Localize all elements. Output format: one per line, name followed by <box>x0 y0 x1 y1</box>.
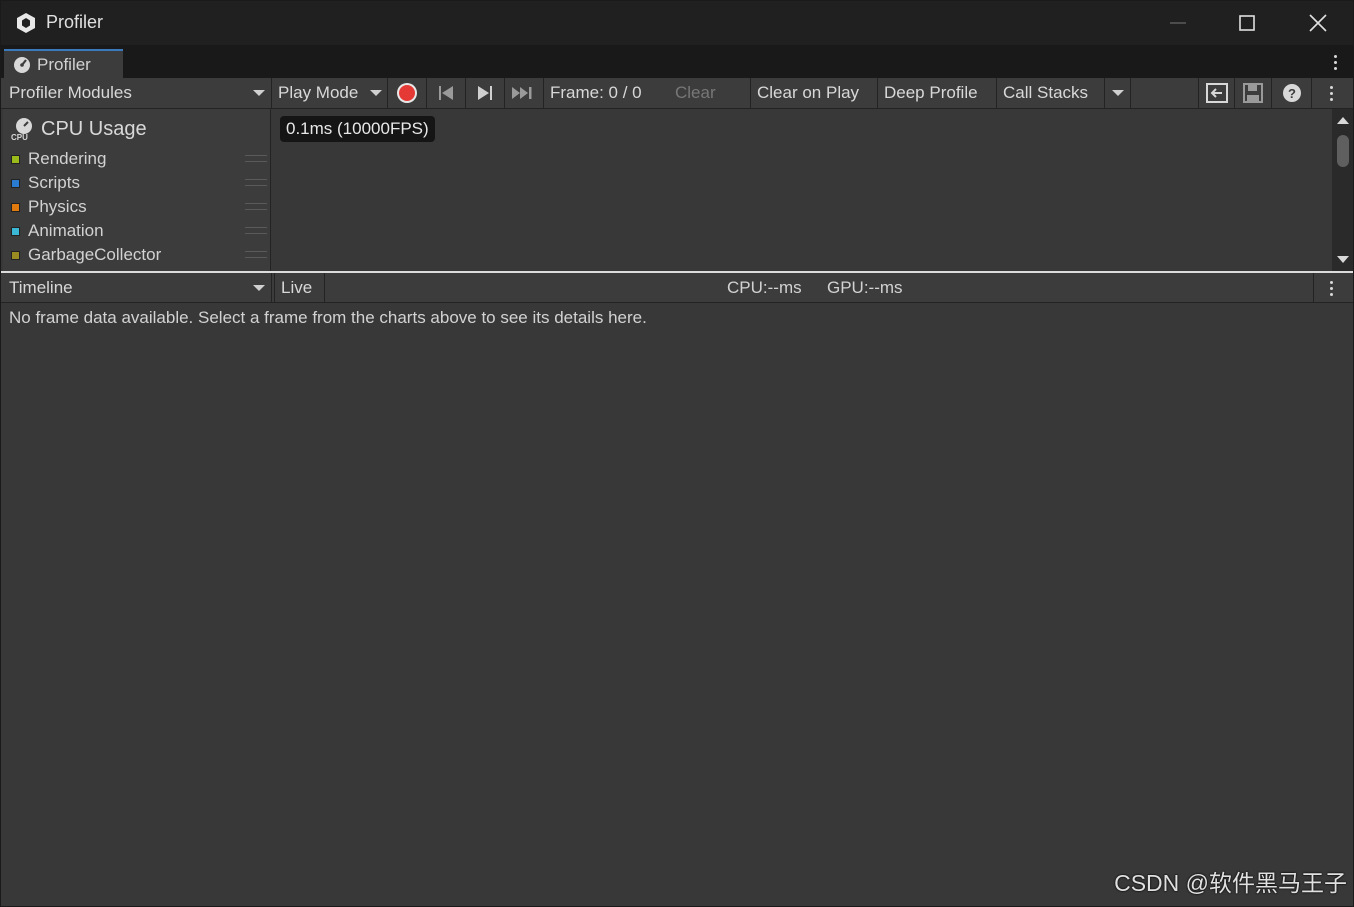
profiler-window: Profiler Profiler Profiler Modules Play … <box>0 0 1354 907</box>
tab-label: Profiler <box>37 54 91 74</box>
scroll-up-icon[interactable] <box>1337 117 1349 124</box>
help-icon: ? <box>1282 84 1301 102</box>
clear-on-play-label: Clear on Play <box>757 83 860 102</box>
target-label: Play Mode <box>278 83 359 102</box>
drag-handle-icon[interactable] <box>245 155 267 162</box>
divider <box>1313 273 1314 303</box>
details-panel: No frame data available. Select a frame … <box>1 304 1353 906</box>
legend-color-swatch[interactable] <box>11 202 20 212</box>
legend-label: GarbageCollector <box>28 245 162 264</box>
minimize-icon <box>1170 22 1186 24</box>
deep-profile-toggle[interactable]: Deep Profile <box>878 78 997 108</box>
scroll-thumb[interactable] <box>1337 135 1349 167</box>
gpu-time-label: GPU:--ms <box>827 278 903 297</box>
cpu-chart[interactable]: 0.1ms (10000FPS) <box>272 109 1332 271</box>
drag-handle-icon[interactable] <box>245 203 267 210</box>
cpu-icon-text: CPU <box>11 133 28 141</box>
frame-counter: Frame: 0 / 0 <box>544 78 667 108</box>
drag-handle-icon[interactable] <box>245 227 267 234</box>
drag-handle-icon[interactable] <box>245 251 267 258</box>
previous-frame-button[interactable] <box>427 78 466 108</box>
cpu-time-label: CPU:--ms <box>727 278 802 297</box>
legend-color-swatch[interactable] <box>11 154 20 164</box>
window-menu-icon[interactable] <box>1325 51 1345 73</box>
chevron-down-icon <box>370 90 382 96</box>
call-stacks-label: Call Stacks <box>1003 83 1089 102</box>
tab-row: Profiler <box>1 45 1353 78</box>
legend-label: Animation <box>28 221 104 240</box>
live-label: Live <box>281 278 313 297</box>
record-icon <box>397 83 417 103</box>
title-bar: Profiler <box>1 1 1353 45</box>
close-button[interactable] <box>1283 1 1353 45</box>
legend-item[interactable]: Scripts <box>11 171 267 195</box>
skip-to-last-frame-icon <box>512 87 532 99</box>
legend-label: Rendering <box>28 149 107 168</box>
profiler-toolbar: Profiler Modules Play Mode Frame: 0 / 0 … <box>1 78 1353 109</box>
svg-text:?: ? <box>1288 86 1296 101</box>
legend-label: Scripts <box>28 173 80 192</box>
call-stacks-dropdown[interactable] <box>1105 78 1131 108</box>
chevron-down-icon <box>253 285 265 291</box>
cpu-gauge-icon: CPU <box>11 118 32 141</box>
record-button[interactable] <box>388 78 427 108</box>
legend-item[interactable]: GarbageCollector <box>11 243 267 267</box>
profiler-modules-dropdown[interactable]: Profiler Modules <box>3 78 272 108</box>
profiler-modules-label: Profiler Modules <box>9 83 132 102</box>
deep-profile-label: Deep Profile <box>884 83 978 102</box>
call-stacks-toggle[interactable]: Call Stacks <box>997 78 1105 108</box>
details-menu-icon[interactable] <box>1321 277 1341 299</box>
chart-scrollbar[interactable] <box>1332 109 1353 271</box>
module-title: CPU Usage <box>41 117 147 140</box>
maximize-button[interactable] <box>1212 1 1282 45</box>
next-frame-icon <box>478 86 492 100</box>
module-list: CPU CPU Usage Rendering Scripts Physics Ani… <box>3 109 271 271</box>
legend-item[interactable]: Physics <box>11 195 267 219</box>
details-toolbar: Timeline Live CPU:--ms GPU:--ms <box>1 273 1353 303</box>
save-floppy-icon <box>1243 83 1263 103</box>
help-button[interactable]: ? <box>1272 78 1312 108</box>
load-button[interactable] <box>1198 78 1235 108</box>
minimize-button[interactable] <box>1143 1 1213 45</box>
next-frame-button[interactable] <box>466 78 505 108</box>
clear-label: Clear <box>675 83 716 102</box>
toolbar-menu-icon[interactable] <box>1321 82 1341 104</box>
profiler-gauge-icon <box>14 56 30 73</box>
save-button[interactable] <box>1235 78 1272 108</box>
live-toggle[interactable]: Live <box>274 273 325 303</box>
chevron-down-icon <box>253 90 265 96</box>
current-frame-button[interactable] <box>505 78 544 108</box>
clear-on-play-toggle[interactable]: Clear on Play <box>751 78 878 108</box>
legend-color-swatch[interactable] <box>11 226 20 236</box>
unity-logo-icon <box>17 13 35 33</box>
fps-label: 0.1ms (10000FPS) <box>280 116 435 142</box>
legend-item[interactable]: Rendering <box>11 147 267 171</box>
load-file-icon <box>1205 83 1228 103</box>
tab-profiler[interactable]: Profiler <box>4 49 123 78</box>
legend-color-swatch[interactable] <box>11 178 20 188</box>
view-dropdown-label: Timeline <box>9 278 73 297</box>
empty-state-message: No frame data available. Select a frame … <box>9 308 647 327</box>
drag-handle-icon[interactable] <box>245 179 267 186</box>
legend-item[interactable]: Animation <box>11 219 267 243</box>
close-icon <box>1309 14 1327 32</box>
chevron-down-icon <box>1112 90 1124 96</box>
target-dropdown[interactable]: Play Mode <box>272 78 388 108</box>
legend-color-swatch[interactable] <box>11 250 20 260</box>
scroll-down-icon[interactable] <box>1337 256 1349 263</box>
watermark: CSDN @软件黑马王子 <box>1114 870 1347 896</box>
cpu-usage-module[interactable]: CPU CPU Usage <box>11 117 147 142</box>
view-dropdown[interactable]: Timeline <box>3 273 272 303</box>
clear-button[interactable]: Clear <box>669 78 751 108</box>
maximize-icon <box>1239 15 1255 31</box>
window-title: Profiler <box>46 12 104 32</box>
previous-frame-icon <box>439 86 453 100</box>
frame-label: Frame: 0 / 0 <box>550 83 642 102</box>
legend-label: Physics <box>28 197 87 216</box>
